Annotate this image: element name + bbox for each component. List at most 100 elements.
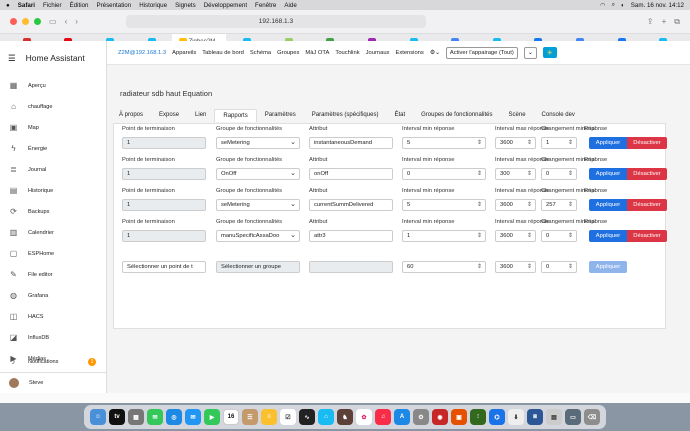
sidebar-item-historique[interactable]: ▤ Historique: [0, 180, 106, 201]
endpoint-field[interactable]: 1: [122, 137, 206, 149]
device-tab[interactable]: Rapports: [214, 109, 257, 122]
cluster-select[interactable]: seMetering: [216, 137, 300, 149]
min-interval-input[interactable]: 1: [402, 230, 486, 242]
apple-tv-icon[interactable]: tv: [109, 409, 125, 425]
menubar-app-name[interactable]: Safari: [18, 2, 35, 9]
max-interval-input[interactable]: 300: [495, 168, 536, 180]
min-change-input[interactable]: 0: [541, 230, 577, 242]
nav-link[interactable]: Journaux: [366, 50, 390, 56]
sidebar-item-hacs[interactable]: ◫ HACS: [0, 306, 106, 327]
nav-link[interactable]: Schéma: [250, 50, 271, 56]
sidebar-item-file-editor[interactable]: ✎ File editor: [0, 264, 106, 285]
nav-link[interactable]: Appareils: [172, 50, 196, 56]
menubar-item[interactable]: Historique: [139, 2, 167, 9]
endpoint-field[interactable]: 1: [122, 230, 206, 242]
downloads-folder-icon[interactable]: ⬇: [508, 409, 524, 425]
network-app-icon[interactable]: ⌬: [489, 409, 505, 425]
max-interval-input[interactable]: 3600: [495, 137, 536, 149]
app-store-icon[interactable]: A: [394, 409, 410, 425]
min-interval-input[interactable]: 5: [402, 137, 486, 149]
sidebar-item-influxdb[interactable]: ◪ InfluxDB: [0, 327, 106, 348]
minimize-window-button[interactable]: [22, 18, 29, 25]
new-endpoint-select[interactable]: Sélectionner un point de t: [122, 261, 206, 273]
toolbox-app-icon[interactable]: ▣: [451, 409, 467, 425]
sidebar-toggle-icon[interactable]: ▭: [49, 17, 57, 26]
z2m-brand-link[interactable]: Z2M@192.168.1.3: [118, 50, 166, 56]
new-attribute-field[interactable]: [309, 261, 393, 273]
sidebar-item-aper-u[interactable]: ▦ Aperçu: [0, 75, 106, 96]
sidebar-item-esphome[interactable]: ▢ ESPHome: [0, 243, 106, 264]
new-apply-button[interactable]: Appliquer: [589, 261, 627, 273]
endpoint-field[interactable]: 1: [122, 199, 206, 211]
theme-toggle-icon[interactable]: ☀: [542, 47, 557, 58]
device-tab[interactable]: Groupes de fonctionnalités: [413, 109, 500, 122]
mail-icon[interactable]: ✉: [185, 409, 201, 425]
device-tab[interactable]: À propos: [111, 109, 151, 122]
permit-join-dropdown[interactable]: ⌄: [523, 46, 537, 59]
trash-icon[interactable]: ⌫: [584, 409, 600, 425]
new-tab-icon[interactable]: +: [662, 17, 667, 26]
launchpad-icon[interactable]: ▦: [128, 409, 144, 425]
apple-icon[interactable]: ●: [6, 2, 10, 9]
messages-icon[interactable]: ✉: [147, 409, 163, 425]
disable-button[interactable]: Désactiver: [627, 168, 667, 180]
device-tab[interactable]: État: [386, 109, 413, 122]
disable-button[interactable]: Désactiver: [627, 230, 667, 242]
min-interval-input[interactable]: 5: [402, 199, 486, 211]
music-icon[interactable]: ♫: [375, 409, 391, 425]
apply-button[interactable]: Appliquer: [589, 199, 627, 211]
device-tab[interactable]: Paramètres (spécifiques): [304, 109, 387, 122]
min-change-input[interactable]: 257: [541, 199, 577, 211]
cluster-select[interactable]: OnOff: [216, 168, 300, 180]
max-interval-input[interactable]: 3600: [495, 230, 536, 242]
new-min-interval-input[interactable]: 60: [402, 261, 486, 273]
device-tab[interactable]: Console dev: [534, 109, 583, 122]
permit-join-button[interactable]: Activer l'appairage (Tout): [445, 46, 518, 59]
wifi-icon[interactable]: ◠: [600, 2, 605, 9]
contacts-icon[interactable]: ☰: [242, 409, 258, 425]
min-change-input[interactable]: 1: [541, 137, 577, 149]
menu-icon[interactable]: ☰: [8, 53, 16, 64]
tab-overview-icon[interactable]: ⧉: [674, 17, 680, 27]
calendar-icon[interactable]: 16: [223, 409, 239, 425]
sidebar-item-calendrier[interactable]: ▥ Calendrier: [0, 222, 106, 243]
new-max-interval-input[interactable]: 3600: [495, 261, 536, 273]
device-tab[interactable]: Scène: [501, 109, 534, 122]
cluster-select[interactable]: seMetering: [216, 199, 300, 211]
sidebar-item-grafana[interactable]: ◍ Grafana: [0, 285, 106, 306]
sidebar-item--nergie[interactable]: ϟ Énergie: [0, 138, 106, 159]
sidebar-item-map[interactable]: ▣ Map: [0, 117, 106, 138]
menubar-datetime[interactable]: Sam. 16 nov. 14:12: [631, 2, 684, 9]
attribute-field[interactable]: instantaneousDemand: [309, 137, 393, 149]
cluster-select[interactable]: manuSpecificAssaDoo: [216, 230, 300, 242]
nav-link[interactable]: Extensions: [395, 50, 423, 56]
folder-icon[interactable]: ▭: [565, 409, 581, 425]
settings-gear-icon[interactable]: ⚙⌄: [430, 50, 440, 56]
max-interval-input[interactable]: 3600: [495, 199, 536, 211]
network-map-icon[interactable]: ⧈: [527, 409, 543, 425]
finder-icon[interactable]: ☺: [90, 409, 106, 425]
photos-icon[interactable]: ✿: [356, 409, 372, 425]
system-settings-icon[interactable]: ⚙: [413, 409, 429, 425]
sidebar-item-chauffage[interactable]: ⌂ chauffage: [0, 96, 106, 117]
nav-link[interactable]: Touchlink: [335, 50, 359, 56]
notes-icon[interactable]: ≡: [261, 409, 277, 425]
sidebar-item-journal[interactable]: ≣ Journal: [0, 159, 106, 180]
close-window-button[interactable]: [10, 18, 17, 25]
nav-link[interactable]: Tableau de bord: [202, 50, 244, 56]
utility-app-icon[interactable]: ◉: [432, 409, 448, 425]
stocks-icon[interactable]: ∿: [299, 409, 315, 425]
zoom-window-button[interactable]: [34, 18, 41, 25]
min-change-input[interactable]: 0: [541, 168, 577, 180]
back-icon[interactable]: ‹: [65, 17, 68, 26]
reminders-icon[interactable]: ☑: [280, 409, 296, 425]
sidebar-item-notifications[interactable]: ♪ Notifications 1: [0, 351, 106, 372]
device-tab[interactable]: Lien: [187, 109, 214, 122]
apply-button[interactable]: Appliquer: [589, 230, 627, 242]
activity-monitor-icon[interactable]: ⫶: [470, 409, 486, 425]
home-assistant-app-icon[interactable]: ⌂: [318, 409, 334, 425]
menubar-item[interactable]: Édition: [70, 2, 89, 9]
endpoint-field[interactable]: 1: [122, 168, 206, 180]
sidebar-item-backups[interactable]: ⟳ Backups: [0, 201, 106, 222]
menubar-item[interactable]: Fenêtre: [255, 2, 276, 9]
